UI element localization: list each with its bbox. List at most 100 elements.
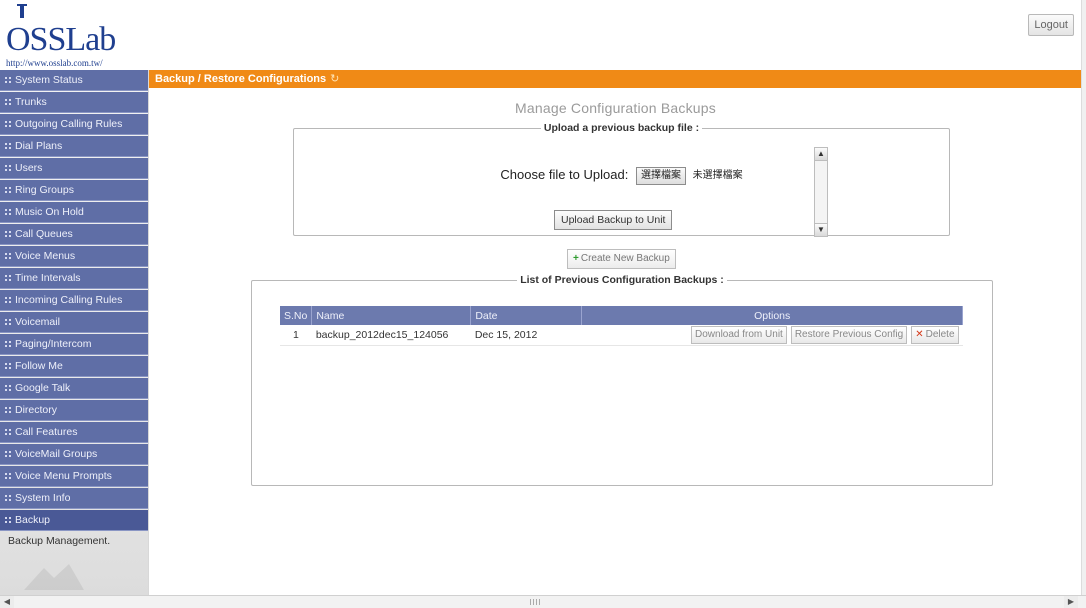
grip-icon <box>4 120 12 128</box>
sidebar-item-google-talk[interactable]: Google Talk <box>0 378 148 399</box>
page-title: Backup / Restore Configurations <box>155 73 327 85</box>
sidebar-item-label: Users <box>15 162 43 174</box>
sidebar-item-label: Trunks <box>15 96 47 108</box>
sidebar-item-backup[interactable]: Backup <box>0 510 148 531</box>
sidebar-item-users[interactable]: Users <box>0 158 148 179</box>
section-heading: Manage Configuration Backups <box>515 100 716 116</box>
sidebar: System Status Trunks Outgoing Calling Ru… <box>0 70 149 596</box>
sidebar-item-directory[interactable]: Directory <box>0 400 148 421</box>
logout-button[interactable]: Logout <box>1028 14 1074 36</box>
column-header-options: Options <box>581 306 963 325</box>
column-header-name: Name <box>311 306 472 325</box>
plus-icon: + <box>573 253 579 264</box>
delete-label: Delete <box>925 329 955 340</box>
grip-icon <box>4 406 12 414</box>
sidebar-item-incoming-calling-rules[interactable]: Incoming Calling Rules <box>0 290 148 311</box>
grip-icon <box>4 340 12 348</box>
sidebar-item-voicemail[interactable]: Voicemail <box>0 312 148 333</box>
sidebar-item-label: System Info <box>15 492 71 504</box>
sidebar-item-voicemail-groups[interactable]: VoiceMail Groups <box>0 444 148 465</box>
sidebar-item-label: Dial Plans <box>15 140 63 152</box>
upload-backup-button[interactable]: Upload Backup to Unit <box>554 210 673 230</box>
download-button[interactable]: Download from Unit <box>691 326 787 344</box>
grip-icon <box>4 450 12 458</box>
sidebar-item-label: System Status <box>15 74 83 86</box>
upload-scrollbar[interactable]: ▲ ▼ <box>814 147 828 237</box>
upload-fieldset: Upload a previous backup file : Choose f… <box>293 122 950 237</box>
sidebar-item-call-features[interactable]: Call Features <box>0 422 148 443</box>
scroll-left-icon[interactable]: ◀ <box>0 596 14 608</box>
sidebar-item-label: Directory <box>15 404 58 416</box>
grip-icon <box>4 318 12 326</box>
sidebar-item-outgoing-calling-rules[interactable]: Outgoing Calling Rules <box>0 114 148 135</box>
sidebar-item-label: Call Features <box>15 426 78 438</box>
create-backup-label: Create New Backup <box>580 253 670 264</box>
grip-icon <box>4 230 12 238</box>
grip-icon <box>4 252 12 260</box>
delete-x-icon: ✕ <box>915 329 924 340</box>
scroll-thumb-grip[interactable] <box>530 599 540 605</box>
logo-url: http://www.osslab.com.tw/ <box>6 58 103 68</box>
grip-icon <box>4 362 12 370</box>
sidebar-item-paging-intercom[interactable]: Paging/Intercom <box>0 334 148 355</box>
sidebar-item-label: Backup <box>15 514 51 526</box>
page-title-bar: Backup / Restore Configurations ↻ <box>149 70 1082 88</box>
sidebar-item-time-intervals[interactable]: Time Intervals <box>0 268 148 289</box>
backups-legend: List of Previous Configuration Backups : <box>520 274 724 286</box>
grip-icon <box>4 142 12 150</box>
choose-file-button[interactable]: 選擇檔案 <box>635 167 686 185</box>
sidebar-item-label: Time Intervals <box>15 272 81 284</box>
grip-icon <box>4 516 12 524</box>
sidebar-item-dial-plans[interactable]: Dial Plans <box>0 136 148 157</box>
restore-button[interactable]: Restore Previous Config <box>790 326 908 344</box>
sidebar-item-label: Music On Hold <box>15 206 84 218</box>
no-file-text: 未選擇檔案 <box>692 170 743 181</box>
sidebar-item-music-on-hold[interactable]: Music On Hold <box>0 202 148 223</box>
grip-icon <box>4 274 12 282</box>
sidebar-item-call-queues[interactable]: Call Queues <box>0 224 148 245</box>
create-backup-button[interactable]: + Create New Backup <box>567 249 676 269</box>
sidebar-item-voice-menu-prompts[interactable]: Voice Menu Prompts <box>0 466 148 487</box>
vertical-scrollbar[interactable] <box>1081 0 1086 596</box>
grip-icon <box>4 186 12 194</box>
sidebar-item-trunks[interactable]: Trunks <box>0 92 148 113</box>
grip-icon <box>4 494 12 502</box>
horizontal-scrollbar[interactable]: ◀ ▶ <box>0 595 1086 608</box>
scroll-down-icon[interactable]: ▼ <box>815 223 827 236</box>
sidebar-item-follow-me[interactable]: Follow Me <box>0 356 148 377</box>
sidebar-item-label: Google Talk <box>15 382 71 394</box>
column-header-sno: S.No <box>280 306 313 325</box>
sidebar-item-system-info[interactable]: System Info <box>0 488 148 509</box>
sidebar-item-label: Call Queues <box>15 228 73 240</box>
sidebar-item-system-status[interactable]: System Status <box>0 70 148 91</box>
row-name: backup_2012dec15_124056 <box>311 325 471 346</box>
grip-icon <box>4 208 12 216</box>
sidebar-item-label: Voice Menu Prompts <box>15 470 112 482</box>
sidebar-item-label: Voicemail <box>15 316 60 328</box>
grip-icon <box>4 164 12 172</box>
scroll-up-icon[interactable]: ▲ <box>815 148 827 161</box>
grip-icon <box>4 384 12 392</box>
grip-icon <box>4 296 12 304</box>
table-header-row: S.No Name Date Options <box>280 306 963 325</box>
refresh-icon[interactable]: ↻ <box>330 73 339 85</box>
sidebar-item-label: Paging/Intercom <box>15 338 92 350</box>
delete-button[interactable]: ✕ Delete <box>911 326 959 344</box>
scroll-right-icon[interactable]: ▶ <box>1064 596 1078 608</box>
logo-text: OSSLab <box>6 21 116 58</box>
sidebar-item-voice-menus[interactable]: Voice Menus <box>0 246 148 267</box>
row-sno: 1 <box>280 325 312 346</box>
sidebar-item-label: VoiceMail Groups <box>15 448 98 460</box>
sidebar-item-ring-groups[interactable]: Ring Groups <box>0 180 148 201</box>
sidebar-description: Backup Management. <box>8 535 111 547</box>
main-content: Manage Configuration Backups Upload a pr… <box>149 88 1082 596</box>
table-row: 1 backup_2012dec15_124056 Dec 15, 2012 D… <box>280 325 963 346</box>
sidebar-item-label: Ring Groups <box>15 184 74 196</box>
grip-icon <box>4 76 12 84</box>
osslab-logo: OSSLab http://www.osslab.com.tw/ <box>4 4 154 70</box>
sidebar-item-label: Incoming Calling Rules <box>15 294 123 306</box>
grip-icon <box>4 472 12 480</box>
choose-file-label: Choose file to Upload: <box>500 167 629 182</box>
column-header-date: Date <box>470 306 583 325</box>
upload-legend: Upload a previous backup file : <box>543 122 700 134</box>
